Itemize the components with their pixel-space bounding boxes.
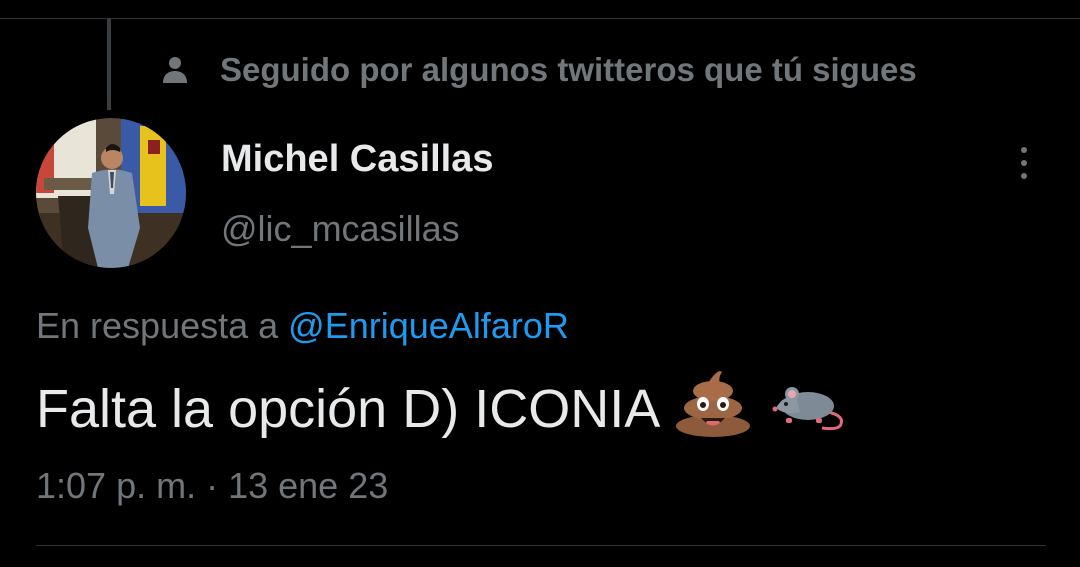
bottom-divider bbox=[36, 545, 1046, 546]
tweet-screen: Seguido por algunos twitteros que tú sig… bbox=[0, 0, 1080, 567]
rat-emoji bbox=[766, 372, 846, 445]
social-context: Seguido por algunos twitteros que tú sig… bbox=[160, 48, 917, 92]
author-handle[interactable]: @lic_mcasillas bbox=[221, 208, 460, 250]
more-vertical-icon bbox=[1021, 147, 1027, 153]
thread-connector-line bbox=[107, 18, 111, 110]
tweet-text: Falta la opción D) ICONIA bbox=[36, 378, 661, 439]
avatar[interactable] bbox=[36, 118, 186, 268]
person-icon bbox=[160, 55, 190, 85]
social-context-text: Seguido por algunos twitteros que tú sig… bbox=[220, 51, 917, 88]
top-divider bbox=[0, 18, 1080, 19]
author-display-name[interactable]: Michel Casillas bbox=[221, 138, 493, 181]
reply-context: En respuesta a @EnriqueAlfaroR bbox=[36, 305, 569, 347]
more-options-button[interactable] bbox=[1006, 140, 1042, 186]
reply-mention-link[interactable]: @EnriqueAlfaroR bbox=[288, 305, 569, 346]
reply-prefix: En respuesta a bbox=[36, 305, 289, 346]
tweet-timestamp[interactable]: 1:07 p. m. · 13 ene 23 bbox=[36, 465, 388, 507]
tweet-body: Falta la opción D) ICONIA bbox=[36, 366, 846, 451]
pile-of-poo-emoji bbox=[674, 366, 752, 451]
